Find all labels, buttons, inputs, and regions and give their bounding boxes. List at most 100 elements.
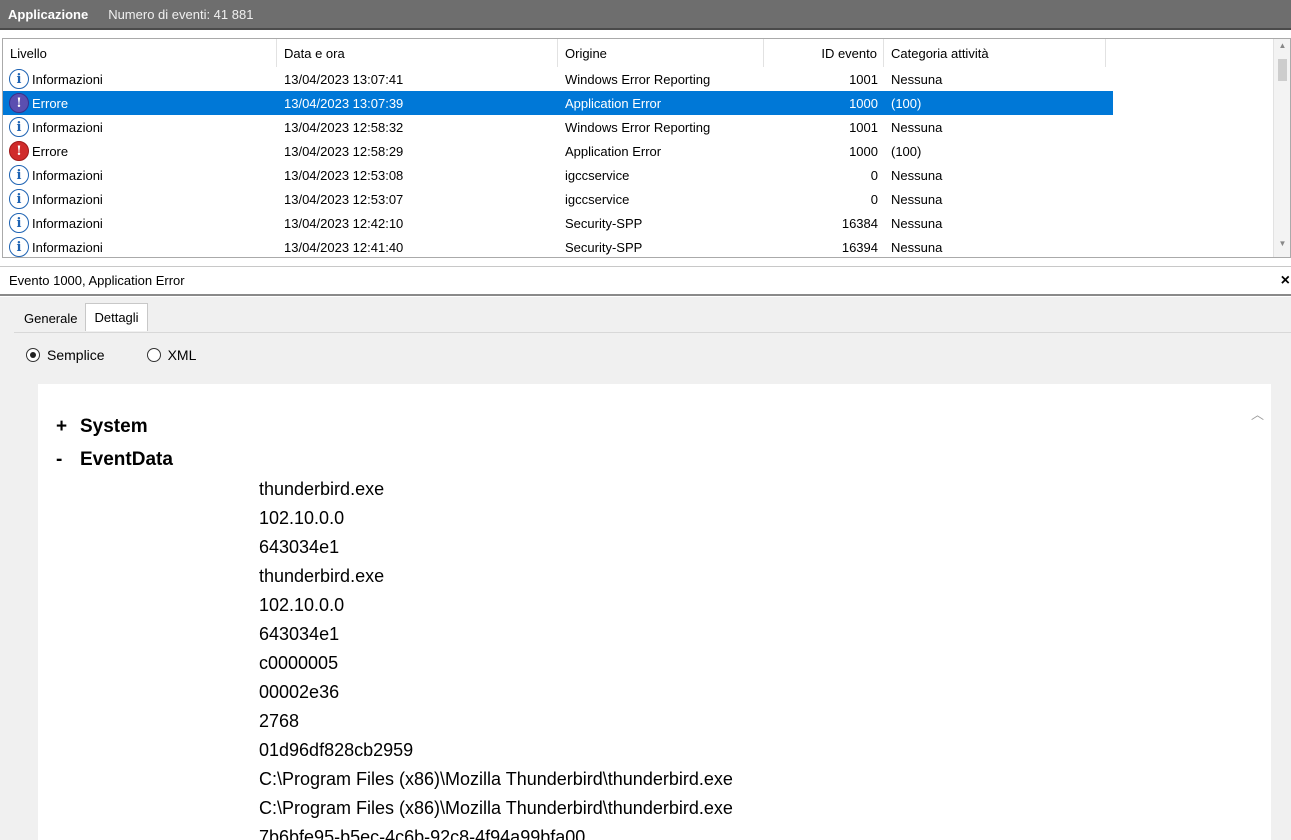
radio-simple-label: Semplice (47, 347, 105, 363)
collapse-icon[interactable]: - (56, 449, 80, 471)
table-row[interactable]: ! Errore 13/04/2023 12:58:29 Application Er… (3, 139, 1113, 163)
cell-event-id: 1000 (849, 95, 878, 111)
cell-source: igccservice (565, 191, 630, 207)
cell-level: i Informazioni (3, 67, 277, 91)
level-text: Informazioni (32, 191, 103, 207)
table-row[interactable]: ! Errore 13/04/2023 13:07:39 Application Er… (3, 91, 1113, 115)
cell-category: (100) (891, 95, 922, 111)
table-row[interactable]: i Informazioni 13/04/2023 12:41:40 Security… (3, 235, 1113, 257)
cell-source: Windows Error Reporting (565, 119, 711, 135)
close-icon[interactable]: × (1281, 272, 1290, 290)
tree-node-eventdata[interactable]: - EventData (56, 443, 173, 476)
tab-details[interactable]: Dettagli (85, 303, 148, 331)
cell-level: ! Errore (3, 139, 277, 163)
info-icon: i (9, 213, 29, 233)
cell-datetime: 13/04/2023 13:07:39 (284, 95, 404, 111)
cell-datetime: 13/04/2023 12:53:07 (284, 191, 404, 207)
level-text: Informazioni (32, 167, 103, 183)
cell-level: ! Errore (3, 91, 277, 115)
table-row[interactable]: i Informazioni 13/04/2023 13:07:41 Windows … (3, 67, 1113, 91)
scroll-down-icon[interactable]: ▼ (1274, 239, 1290, 255)
error-icon: ! (9, 141, 29, 161)
event-data-value: 7b6bfe95-b5ec-4c6b-92c8-4f94a99bfa00 (259, 827, 586, 840)
event-data-value: 01d96df828cb2959 (259, 740, 414, 760)
radio-xml[interactable]: XML (146, 347, 197, 363)
cell-event-id: 0 (870, 167, 878, 183)
list-rows: i Informazioni 13/04/2023 13:07:41 Windows … (3, 67, 1275, 257)
cell-datetime: 13/04/2023 12:58:29 (284, 143, 404, 159)
tree-node-eventdata-label: EventData (80, 448, 173, 470)
event-data-value: 643034e1 (259, 624, 340, 644)
cell-datetime: 13/04/2023 13:07:41 (284, 71, 404, 87)
column-header-spacer (1106, 39, 1273, 67)
cell-category: Nessuna (891, 167, 943, 183)
event-data-values: thunderbird.exe 102.10.0.0 643034e1 thunder… (259, 475, 733, 840)
cell-level: i Informazioni (3, 115, 277, 139)
list-header: Livello Data e ora Origine ID evento Cat… (3, 39, 1275, 67)
level-text: Informazioni (32, 119, 103, 135)
event-data-value: c0000005 (259, 653, 339, 673)
table-row[interactable]: i Informazioni 13/04/2023 12:53:07 igccserv… (3, 187, 1113, 211)
radio-xml-label: XML (167, 347, 197, 363)
cell-event-id: 1000 (849, 143, 878, 159)
cell-level: i Informazioni (3, 235, 277, 257)
event-data-view: ︿ + System - EventData thunderbird.exe 10… (38, 384, 1271, 840)
cell-event-id: 1001 (849, 71, 878, 87)
info-icon: i (9, 117, 29, 137)
table-row[interactable]: i Informazioni 13/04/2023 12:58:32 Windows … (3, 115, 1113, 139)
tree-node-system[interactable]: + System (56, 410, 173, 443)
info-icon: i (9, 69, 29, 89)
column-header-category[interactable]: Categoria attività (884, 39, 1106, 67)
level-text: Errore (32, 95, 69, 111)
event-data-value: thunderbird.exe (259, 479, 385, 499)
cell-source: Security-SPP (565, 215, 643, 231)
cell-event-id: 16394 (841, 239, 878, 255)
cell-datetime: 13/04/2023 12:53:08 (284, 167, 404, 183)
table-row[interactable]: i Informazioni 13/04/2023 12:53:08 igccserv… (3, 163, 1113, 187)
chevron-up-icon[interactable]: ︿ (1251, 404, 1265, 422)
expand-icon[interactable]: + (56, 416, 80, 438)
event-data-value: 102.10.0.0 (259, 595, 345, 615)
title-bar: Applicazione Numero di eventi: 41 881 (0, 0, 1291, 30)
cell-category: Nessuna (891, 215, 943, 231)
radio-simple[interactable]: Semplice (26, 347, 105, 363)
column-header-level[interactable]: Livello (3, 39, 277, 67)
info-icon: i (9, 237, 29, 257)
log-name: Applicazione (8, 6, 89, 22)
tree-node-system-label: System (80, 415, 148, 437)
level-text: Errore (32, 143, 69, 159)
cell-datetime: 13/04/2023 12:58:32 (284, 119, 404, 135)
cell-datetime: 13/04/2023 12:41:40 (284, 239, 404, 255)
cell-level: i Informazioni (3, 163, 277, 187)
cell-category: Nessuna (891, 71, 943, 87)
tab-strip: Generale Dettagli (16, 303, 148, 332)
level-text: Informazioni (32, 215, 103, 231)
cell-source: Windows Error Reporting (565, 71, 711, 87)
level-text: Informazioni (32, 71, 103, 87)
cell-datetime: 13/04/2023 12:42:10 (284, 215, 404, 231)
event-count: Numero di eventi: 41 881 (108, 6, 254, 22)
event-list[interactable]: Livello Data e ora Origine ID evento Cat… (2, 38, 1291, 258)
level-text: Informazioni (32, 239, 103, 255)
column-header-datetime[interactable]: Data e ora (277, 39, 558, 67)
event-data-value: thunderbird.exe (259, 566, 385, 586)
cell-source: igccservice (565, 167, 630, 183)
radio-unselected-icon[interactable] (146, 348, 161, 362)
event-data-value: 00002e36 (259, 682, 340, 702)
table-row[interactable]: i Informazioni 13/04/2023 12:42:10 Security… (3, 211, 1113, 235)
cell-event-id: 16384 (841, 215, 878, 231)
scrollbar-thumb[interactable] (1278, 59, 1287, 81)
info-icon: i (9, 165, 29, 185)
column-header-event-id[interactable]: ID evento (764, 39, 884, 67)
cell-event-id: 1001 (849, 119, 878, 135)
cell-source: Security-SPP (565, 239, 643, 255)
tab-general[interactable]: Generale (16, 305, 85, 331)
list-scrollbar[interactable]: ▲ ▼ (1273, 39, 1290, 257)
info-icon: i (9, 189, 29, 209)
radio-selected-icon[interactable] (26, 348, 40, 362)
event-data-value: 643034e1 (259, 537, 340, 557)
column-header-source[interactable]: Origine (558, 39, 764, 67)
event-data-value: 102.10.0.0 (259, 508, 345, 528)
cell-level: i Informazioni (3, 211, 277, 235)
scroll-up-icon[interactable]: ▲ (1274, 41, 1290, 57)
